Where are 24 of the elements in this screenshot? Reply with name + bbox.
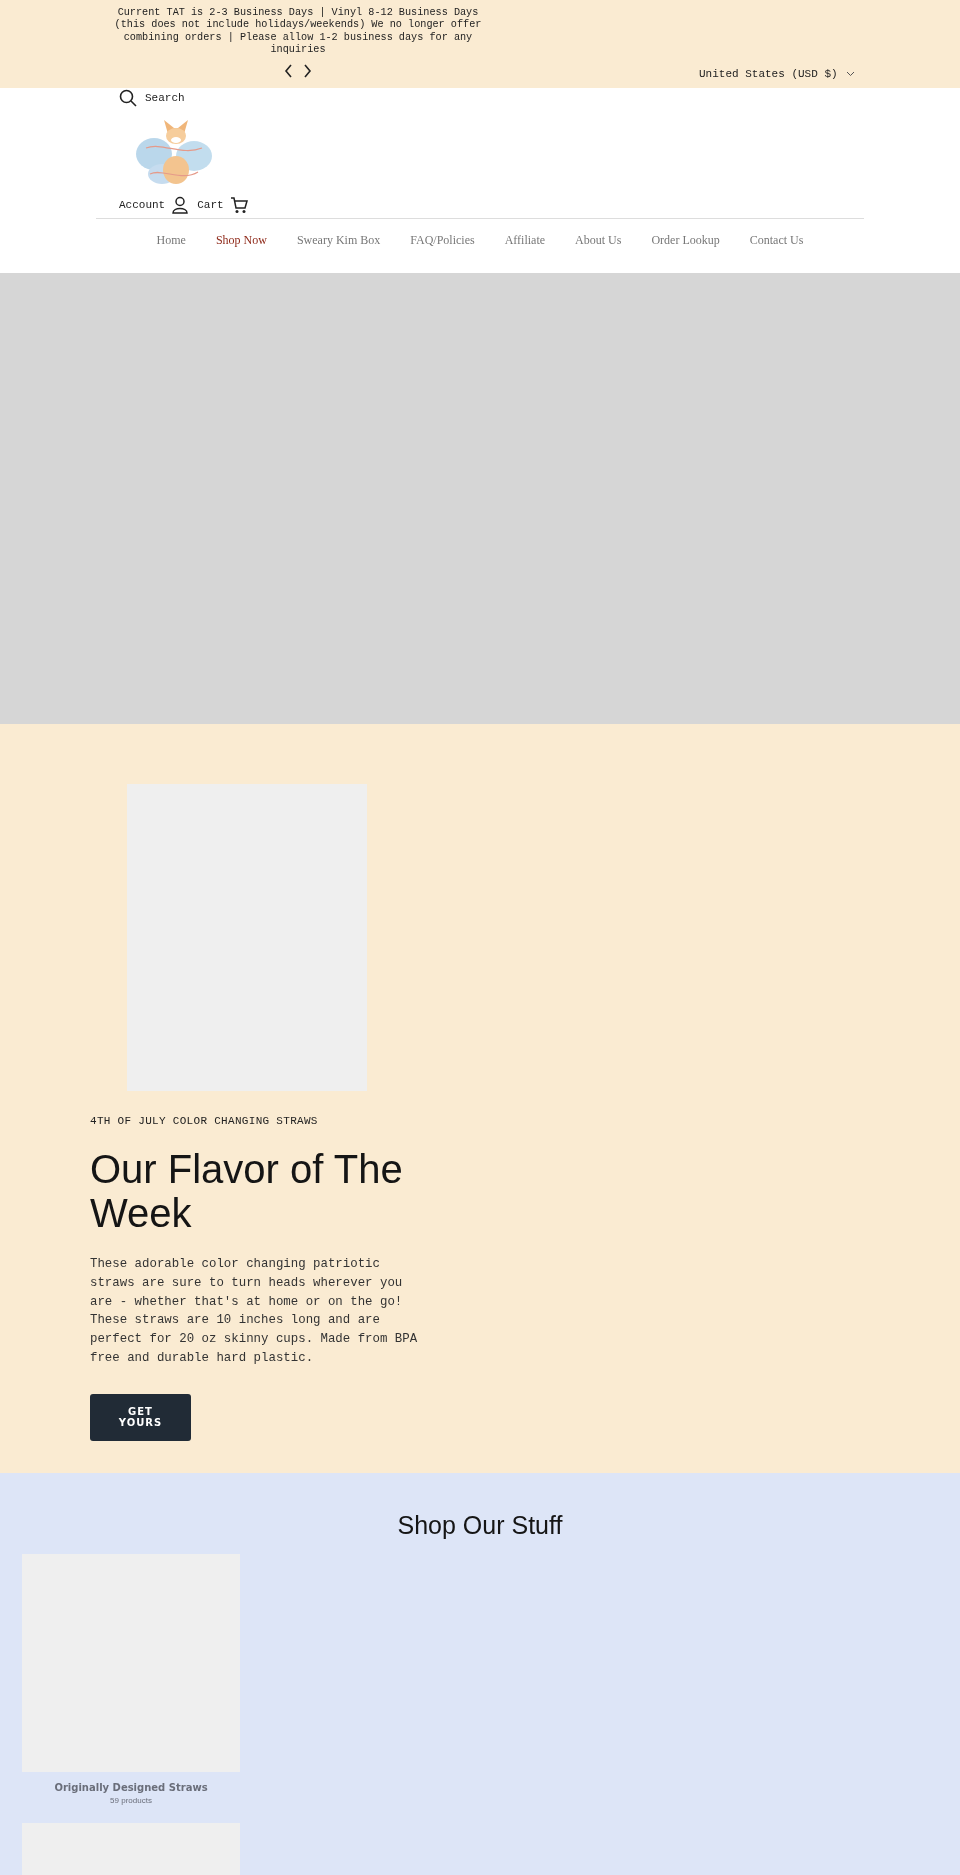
cart-icon	[229, 196, 248, 214]
feature-description: These adorable color changing patriotic straws are sure to turn heads wherever you are - whether that's at home or on the go! These straws are 10 inches long and are perfect for 20 oz skinny cups. Made from BPA free and durable hard plastic.	[90, 1256, 419, 1367]
feature-title: Our Flavor of The Week	[90, 1147, 404, 1235]
collection-title[interactable]: Originally Designed Straws	[54, 1782, 208, 1793]
cart-link[interactable]: Cart	[197, 196, 248, 214]
search-icon	[119, 89, 137, 107]
person-icon	[171, 196, 190, 214]
nav-link[interactable]: Sweary Kim Box	[296, 233, 381, 248]
nav-link[interactable]: Home	[156, 233, 186, 248]
nav-link[interactable]: Shop Now	[215, 233, 267, 248]
nav-link[interactable]: Order Lookup	[651, 233, 720, 248]
nav-link[interactable]: Contact Us	[749, 233, 804, 248]
feature-eyebrow: 4TH OF JULY COLOR CHANGING STRAWS	[90, 1115, 319, 1127]
search-link[interactable]: Search	[119, 88, 960, 108]
get-yours-button[interactable]: GET YOURS	[90, 1393, 191, 1441]
currency-selector[interactable]: United States (USD $)	[699, 68, 855, 80]
chevron-down-icon	[845, 71, 855, 77]
nav-link[interactable]: Affiliate	[504, 233, 546, 248]
section-title: Shop Our Stuff	[396, 1511, 564, 1540]
nav-link[interactable]: FAQ/Policies	[410, 233, 475, 248]
product-count: 59 products	[110, 1796, 152, 1805]
announcement-text: Current TAT is 2-3 Business Days | Vinyl 8-12 Business Days (this does not include holidays/weekends) We no longer offer combining orders | Please allow 1-2 business days for any inquiries	[113, 7, 483, 57]
nav-link[interactable]: About Us	[575, 233, 622, 248]
account-link[interactable]: Account	[119, 196, 190, 214]
